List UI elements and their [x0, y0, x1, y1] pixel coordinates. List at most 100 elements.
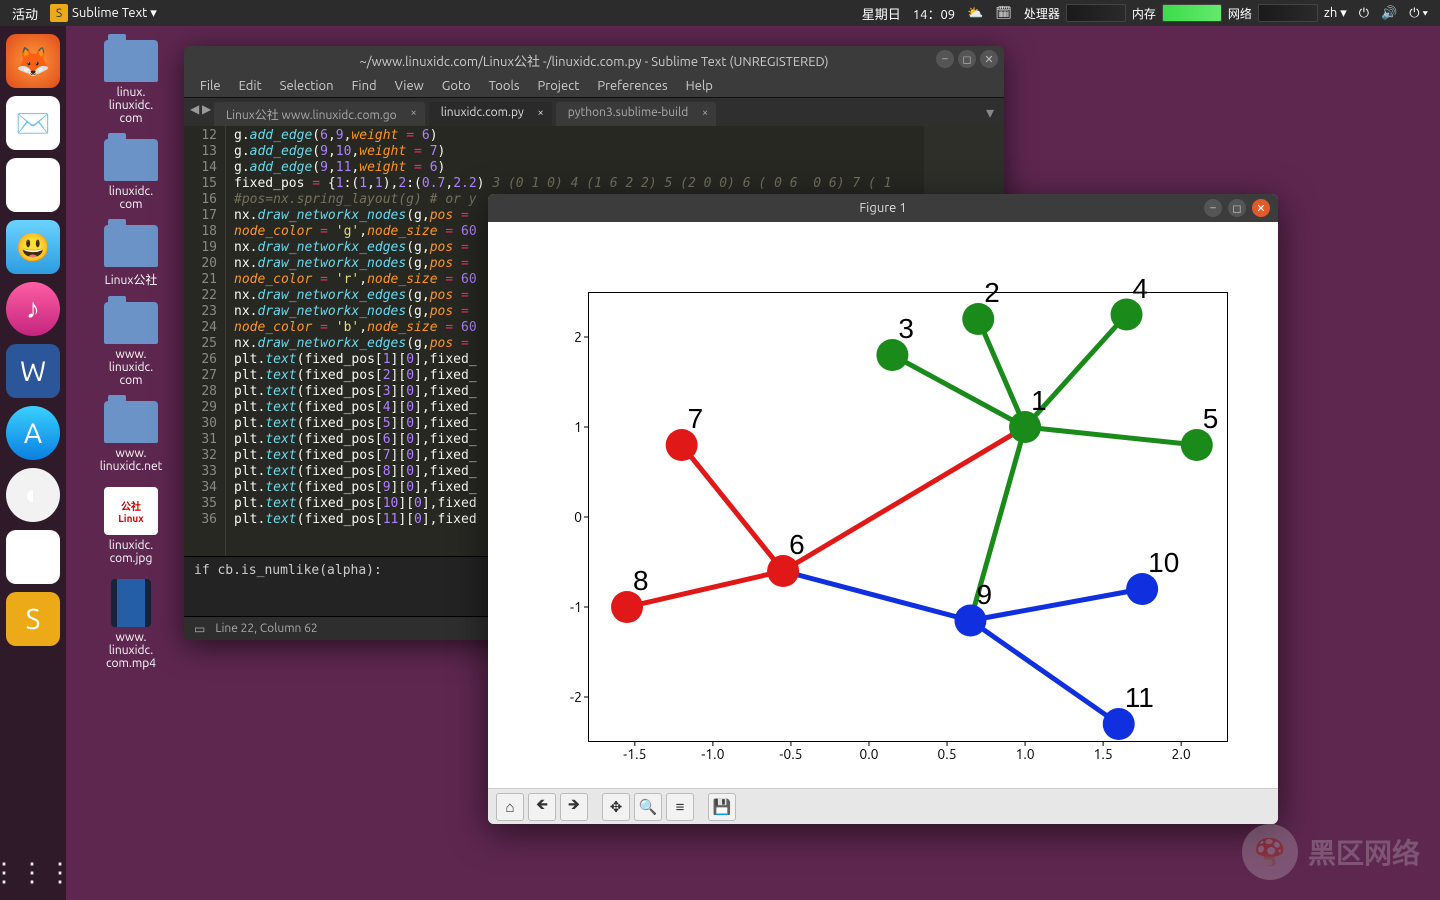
code-line[interactable]: g.add_edge(9,10,weight = 7)	[234, 144, 1004, 160]
menu-goto[interactable]: Goto	[434, 77, 479, 95]
desktop-icons: linux. linuxidc. com linuxidc. com Linux公社…	[86, 40, 176, 684]
close-icon[interactable]: ✕	[1252, 199, 1270, 217]
gnome-top-panel: 活动 S Sublime Text ▾ 星期日 14：09 ⛅ 🗓 处理器 内存…	[0, 0, 1440, 26]
line-number: 28	[184, 384, 217, 400]
figure-canvas[interactable]: 1234567891011-2-1012-1.5-1.0-0.50.00.51.…	[488, 222, 1278, 788]
desktop-icon[interactable]: www. linuxidc. com	[86, 302, 176, 387]
menu-project[interactable]: Project	[530, 77, 588, 95]
dock-tools[interactable]: 🛠	[6, 158, 60, 212]
dock-word[interactable]: W	[6, 344, 60, 398]
dock-music[interactable]: ♪	[6, 282, 60, 336]
home-icon[interactable]: ⌂	[496, 793, 524, 821]
tab-label: Linux公社 www.linuxidc.com.go	[226, 109, 397, 122]
tab-overflow-icon[interactable]: ▾	[976, 99, 1004, 126]
menu-find[interactable]: Find	[344, 77, 385, 95]
line-number: 24	[184, 320, 217, 336]
tab-label: python3.sublime-build	[568, 106, 688, 119]
desktop-icon[interactable]: www. linuxidc.net	[86, 401, 176, 473]
matplotlib-toolbar: ⌂ 🡸 🡺 ✥ 🔍 ≡ 💾	[488, 788, 1278, 824]
clock-day[interactable]: 星期日	[856, 4, 907, 23]
power-icon[interactable]: ⏻ ▾	[1403, 6, 1434, 21]
line-number: 35	[184, 496, 217, 512]
maximize-icon[interactable]: ◻	[958, 50, 976, 68]
dock-ubuntu[interactable]: ◐	[6, 468, 60, 522]
line-number: 32	[184, 448, 217, 464]
desktop-icon-label: linux. linuxidc. com	[86, 86, 176, 125]
sublime-menubar: FileEditSelectionFindViewGotoToolsProjec…	[184, 74, 1004, 98]
code-line[interactable]: g.add_edge(6,9,weight = 6)	[234, 128, 1004, 144]
activities-button[interactable]: 活动	[6, 4, 44, 23]
tab[interactable]: python3.sublime-build ×	[556, 102, 716, 126]
desktop-icon[interactable]: linuxidc. com	[86, 139, 176, 211]
desktop-icon[interactable]: linux. linuxidc. com	[86, 40, 176, 125]
mem-indicator-label: 内存	[1126, 5, 1162, 22]
image-icon: 公社Linux	[104, 487, 158, 535]
figure-window: Figure 1 – ◻ ✕ 1234567891011-2-1012-1.5-…	[488, 194, 1278, 824]
menu-tools[interactable]: Tools	[481, 77, 528, 95]
desktop-icon[interactable]: www. linuxidc. com.mp4	[86, 579, 176, 670]
folder-icon	[104, 225, 158, 267]
menu-edit[interactable]: Edit	[231, 77, 270, 95]
node-label: 5	[1203, 405, 1219, 433]
watermark: 🍄 黑区网络	[1242, 824, 1420, 880]
zoom-icon[interactable]: 🔍	[634, 793, 662, 821]
sublime-titlebar[interactable]: ~/www.linuxidc.com/Linux公社 -/linuxidc.co…	[184, 46, 1004, 74]
dock-amazon[interactable]: a	[6, 530, 60, 584]
node-label: 3	[898, 315, 914, 343]
minimize-icon[interactable]: –	[1204, 199, 1222, 217]
figure-titlebar[interactable]: Figure 1 – ◻ ✕	[488, 194, 1278, 222]
a11y-icon[interactable]: ⏻	[1353, 6, 1375, 21]
y-tick-label: 2	[574, 329, 582, 345]
mem-graph[interactable]	[1162, 4, 1222, 22]
tab[interactable]: linuxidc.com.py ×	[429, 102, 552, 126]
dock-firefox[interactable]: 🦊	[6, 34, 60, 88]
tab-close-icon[interactable]: ×	[538, 107, 544, 119]
app-menu-label: Sublime Text ▾	[72, 6, 157, 21]
app-menu[interactable]: S Sublime Text ▾	[44, 4, 163, 22]
menu-preferences[interactable]: Preferences	[589, 77, 675, 95]
code-line[interactable]: fixed_pos = {1:(1,1),2:(0.7,2.2) 3 (0 1 …	[234, 176, 1004, 192]
dock-sublime[interactable]: S	[6, 592, 60, 646]
dock: 🦊 ✉️ 🛠 😃 ♪ W A ◐ a S ⋮⋮⋮	[0, 26, 66, 900]
close-icon[interactable]: ✕	[980, 50, 998, 68]
clock-time[interactable]: 14：09	[907, 4, 961, 23]
volume-icon[interactable]: 🔊	[1375, 6, 1403, 21]
tab[interactable]: Linux公社 www.linuxidc.com.go ×	[214, 102, 425, 126]
show-applications[interactable]: ⋮⋮⋮	[0, 857, 75, 888]
line-number: 31	[184, 432, 217, 448]
menu-file[interactable]: File	[192, 77, 229, 95]
x-tick-label: -0.5	[779, 746, 802, 762]
line-number: 13	[184, 144, 217, 160]
code-line[interactable]: g.add_edge(9,11,weight = 6)	[234, 160, 1004, 176]
pan-icon[interactable]: ✥	[602, 793, 630, 821]
desktop-icon[interactable]: Linux公社	[86, 225, 176, 288]
weather-icon[interactable]: ⛅	[961, 6, 989, 21]
forward-icon[interactable]: 🡺	[560, 793, 588, 821]
menu-selection[interactable]: Selection	[272, 77, 342, 95]
x-tick-label: 2.0	[1172, 746, 1191, 762]
line-number: 14	[184, 160, 217, 176]
cpu-graph[interactable]	[1066, 4, 1126, 22]
menu-view[interactable]: View	[387, 77, 432, 95]
save-icon[interactable]: 💾	[708, 793, 736, 821]
net-graph[interactable]	[1258, 4, 1318, 22]
maximize-icon[interactable]: ◻	[1228, 199, 1246, 217]
tab-label: linuxidc.com.py	[441, 106, 524, 119]
configure-icon[interactable]: ≡	[666, 793, 694, 821]
notification-icon[interactable]: 🗓	[989, 6, 1018, 21]
minimize-icon[interactable]: –	[936, 50, 954, 68]
sublime-tabs: Linux公社 www.linuxidc.com.go×linuxidc.com…	[184, 98, 1004, 126]
line-number: 30	[184, 416, 217, 432]
menu-help[interactable]: Help	[678, 77, 721, 95]
tab-close-icon[interactable]: ×	[410, 107, 416, 119]
node-label: 10	[1148, 549, 1179, 577]
dock-appstore[interactable]: A	[6, 406, 60, 460]
graph-edge	[970, 621, 1118, 725]
back-icon[interactable]: 🡸	[528, 793, 556, 821]
x-tick-label: 1.5	[1093, 746, 1112, 762]
input-source[interactable]: zh ▾	[1318, 6, 1353, 21]
tab-close-icon[interactable]: ×	[702, 107, 708, 119]
desktop-icon[interactable]: 公社Linuxlinuxidc. com.jpg	[86, 487, 176, 565]
dock-mail[interactable]: ✉️	[6, 96, 60, 150]
dock-finder[interactable]: 😃	[6, 220, 60, 274]
